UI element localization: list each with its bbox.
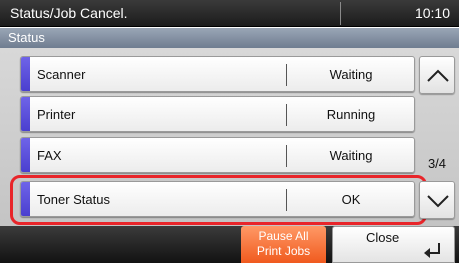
pause-label-line1: Pause All [258,229,309,243]
row-status: Waiting [329,67,373,82]
pause-label-line2: Print Jobs [256,244,311,258]
close-button[interactable]: Close [332,226,455,263]
row-name: FAX [37,148,62,163]
row-status: Running [326,107,376,122]
row-name: Printer [37,107,76,122]
scroll-down-button[interactable] [419,181,455,219]
status-row-fax[interactable]: FAX Waiting [20,137,415,173]
close-label: Close [366,230,400,245]
status-row-printer[interactable]: Printer Running [20,96,415,132]
section-title: Status [8,30,45,45]
row-accent [21,57,30,91]
title-separator [340,2,341,25]
enter-return-icon [424,243,440,258]
clock: 10:10 [414,5,450,21]
row-accent [21,138,30,172]
scroll-up-button[interactable] [419,56,455,94]
section-header: Status [0,28,459,48]
toner-status-highlight [10,175,427,225]
status-row-scanner[interactable]: Scanner Waiting [20,56,415,92]
pause-all-print-jobs-button[interactable]: Pause All Print Jobs [241,226,326,263]
row-accent [21,97,30,131]
row-name: Scanner [37,67,86,82]
chevron-down-icon [427,195,449,208]
row-status: Waiting [329,148,373,163]
title-bar: Status/Job Cancel. 10:10 [0,0,459,27]
chevron-up-icon [427,69,449,82]
screen-title: Status/Job Cancel. [10,5,128,21]
page-indicator: 3/4 [427,156,447,171]
